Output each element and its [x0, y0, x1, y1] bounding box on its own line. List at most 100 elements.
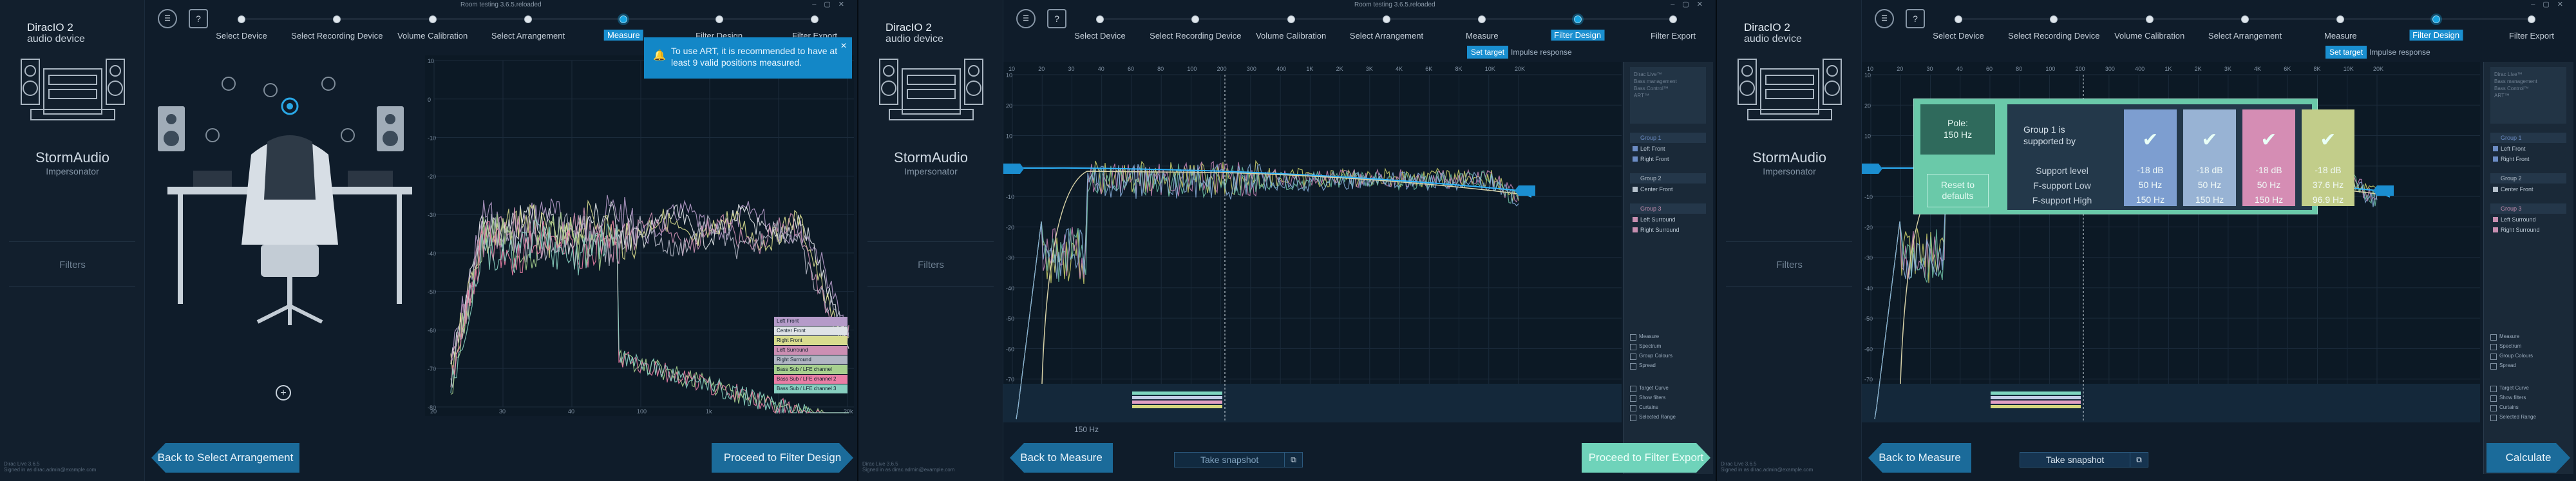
measure-option[interactable]: Measure — [2490, 332, 2566, 341]
group-header[interactable]: Group 3 — [1630, 203, 1706, 214]
help-button[interactable]: ? — [1906, 9, 1925, 28]
proceed-button[interactable]: Proceed to Filter Design — [712, 443, 853, 473]
back-button[interactable]: Back to Select Arrangement — [151, 443, 299, 473]
group-header[interactable]: Group 1 — [2490, 133, 2566, 143]
high-handle[interactable] — [2373, 185, 2394, 196]
step-label-select-device[interactable]: Select Device — [216, 31, 267, 41]
camera-icon[interactable]: ⧉ — [2130, 453, 2148, 467]
check-icon[interactable]: ✔ — [2257, 129, 2280, 152]
close-icon[interactable]: ✕ — [840, 40, 847, 52]
step-dot[interactable] — [2432, 15, 2440, 23]
channel-item[interactable]: Right Surround — [2490, 225, 2566, 235]
menu-button[interactable]: ☰ — [158, 9, 177, 28]
proceed-button[interactable]: Proceed to Filter Export — [1582, 443, 1710, 473]
check-icon[interactable]: ✔ — [2316, 129, 2340, 152]
target-option[interactable]: Target Curve — [2490, 384, 2566, 393]
group-header[interactable]: Group 3 — [2490, 203, 2566, 214]
tab-set-target[interactable]: Set target — [2325, 46, 2367, 59]
step-label-measure[interactable]: Measure — [1466, 31, 1499, 41]
step-label-select-device[interactable]: Select Device — [1933, 31, 1984, 41]
back-button[interactable]: Back to Measure — [1010, 443, 1113, 473]
step-label-volume-calibration[interactable]: Volume Calibration — [397, 31, 468, 41]
snapshot-button[interactable]: Take snapshot ⧉ — [1174, 452, 1303, 467]
step-dot[interactable] — [2528, 15, 2535, 23]
step-dot[interactable] — [2145, 15, 2154, 23]
step-dot[interactable] — [238, 15, 245, 23]
step-label-select-arrangement[interactable]: Select Arrangement — [491, 31, 565, 41]
step-dot[interactable] — [428, 15, 437, 23]
check-icon[interactable]: ✔ — [2198, 129, 2221, 152]
step-dot[interactable] — [1287, 15, 1295, 23]
support-column[interactable]: ✔ -18 dB 50 Hz 150 Hz — [2183, 109, 2236, 206]
support-column[interactable]: ✔ -18 dB 50 Hz 150 Hz — [2124, 109, 2177, 206]
menu-button[interactable]: ☰ — [1016, 9, 1036, 28]
target-option[interactable]: Show filters — [1630, 393, 1706, 402]
target-option[interactable]: Curtains — [1630, 403, 1706, 412]
step-label-measure[interactable]: Measure — [604, 30, 643, 41]
step-label-select-recording-device[interactable]: Select Recording Device — [291, 31, 383, 41]
help-button[interactable]: ? — [1047, 9, 1066, 28]
support-column[interactable]: ✔ -18 dB 37.6 Hz 96.9 Hz — [2302, 109, 2354, 206]
step-label-measure[interactable]: Measure — [2324, 31, 2357, 41]
measure-option[interactable]: Group Colours — [2490, 352, 2566, 361]
measure-option[interactable]: Measure — [1630, 332, 1706, 341]
step-dot[interactable] — [1383, 15, 1390, 23]
target-option[interactable]: Show filters — [2490, 393, 2566, 402]
snapshot-button[interactable]: Take snapshot ⧉ — [2020, 452, 2148, 467]
channel-item[interactable]: Center Front — [2490, 184, 2566, 194]
step-dot[interactable] — [1573, 15, 1582, 23]
target-option[interactable]: Selected Range — [2490, 413, 2566, 422]
measure-option[interactable]: Spectrum — [1630, 342, 1706, 351]
step-label-select-arrangement[interactable]: Select Arrangement — [2208, 31, 2282, 41]
tab-impulse-response[interactable]: Impulse response — [2365, 46, 2434, 59]
reset-defaults-button[interactable]: Reset to defaults — [1927, 174, 1989, 207]
group-header[interactable]: Group 2 — [1630, 173, 1706, 184]
step-dot[interactable] — [2336, 15, 2345, 23]
channel-item[interactable]: Right Front — [2490, 154, 2566, 164]
step-dot[interactable] — [1191, 15, 1200, 23]
step-label-select-recording-device[interactable]: Select Recording Device — [1150, 31, 1241, 41]
tab-impulse-response[interactable]: Impulse response — [1507, 46, 1576, 59]
high-handle[interactable] — [1515, 185, 1535, 196]
step-dot[interactable] — [811, 15, 819, 23]
step-dot[interactable] — [1669, 15, 1677, 23]
target-option[interactable]: Selected Range — [1630, 413, 1706, 422]
channel-item[interactable]: Left Front — [2490, 144, 2566, 154]
channel-item[interactable]: Left Surround — [2490, 214, 2566, 225]
step-label-filter-export[interactable]: Filter Export — [1651, 31, 1696, 41]
step-dot[interactable] — [1955, 15, 1962, 23]
low-handle[interactable] — [1003, 164, 1024, 174]
step-label-volume-calibration[interactable]: Volume Calibration — [2114, 31, 2184, 41]
step-dot[interactable] — [524, 15, 532, 23]
filter-design-chart[interactable]: 1020100-10-20-30-40-50-60-70-80102030406… — [1003, 62, 1622, 422]
channel-item[interactable]: Right Front — [1630, 154, 1706, 164]
channel-item[interactable]: Center Front — [1630, 184, 1706, 194]
measure-option[interactable]: Spectrum — [2490, 342, 2566, 351]
step-label-filter-export[interactable]: Filter Export — [2509, 31, 2554, 41]
step-label-select-device[interactable]: Select Device — [1074, 31, 1125, 41]
tab-set-target[interactable]: Set target — [1467, 46, 1509, 59]
step-dot[interactable] — [1096, 15, 1104, 23]
step-dot[interactable] — [715, 15, 723, 23]
window-controls[interactable]: –▢✕ — [2531, 0, 2571, 8]
channel-item[interactable]: Left Surround — [1630, 214, 1706, 225]
measure-option[interactable]: Group Colours — [1630, 352, 1706, 361]
step-dot[interactable] — [333, 15, 341, 23]
step-dot[interactable] — [2241, 15, 2249, 23]
low-handle[interactable] — [1862, 164, 1882, 174]
target-option[interactable]: Target Curve — [1630, 384, 1706, 393]
step-dot[interactable] — [1478, 15, 1486, 23]
step-dot[interactable] — [2050, 15, 2058, 23]
group-header[interactable]: Group 1 — [1630, 133, 1706, 143]
step-label-filter-design[interactable]: Filter Design — [1551, 30, 1605, 41]
help-button[interactable]: ? — [189, 9, 208, 28]
channel-item[interactable]: Left Front — [1630, 144, 1706, 154]
step-label-select-recording-device[interactable]: Select Recording Device — [2008, 31, 2099, 41]
menu-button[interactable]: ☰ — [1875, 9, 1894, 28]
window-controls[interactable]: –▢✕ — [1671, 0, 1710, 8]
measure-option[interactable]: Spread — [1630, 361, 1706, 370]
step-label-volume-calibration[interactable]: Volume Calibration — [1256, 31, 1326, 41]
window-controls[interactable]: –▢✕ — [812, 0, 852, 8]
step-label-select-arrangement[interactable]: Select Arrangement — [1350, 31, 1423, 41]
back-button[interactable]: Back to Measure — [1868, 443, 1971, 473]
